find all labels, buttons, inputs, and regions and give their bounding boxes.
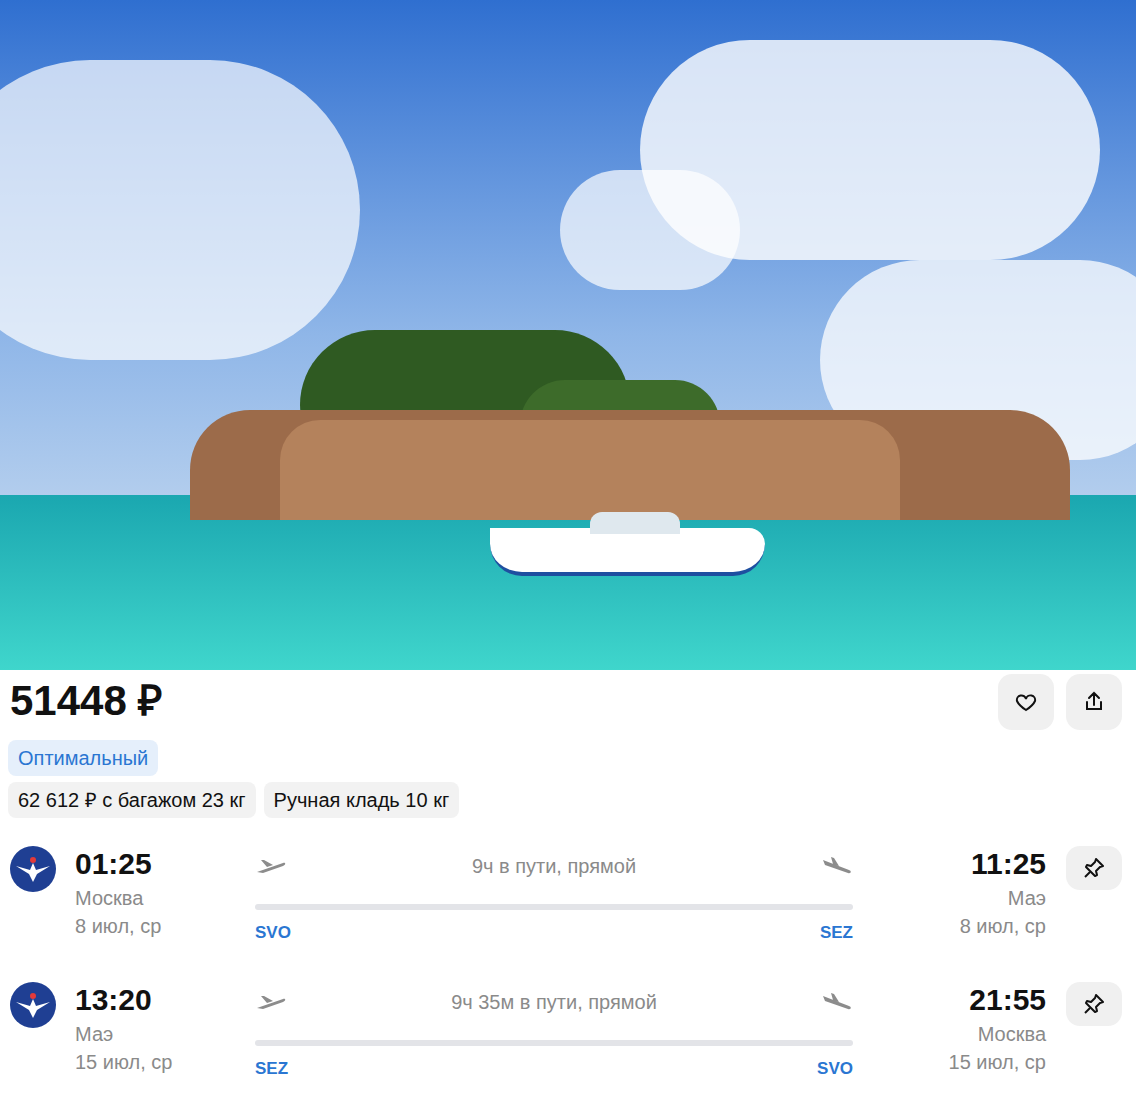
arrival-city: Маэ: [1008, 884, 1046, 912]
heart-icon: [1014, 690, 1038, 714]
departure-time: 13:20: [75, 982, 255, 1018]
pin-icon: [1082, 992, 1106, 1016]
arrival-time: 11:25: [971, 846, 1046, 882]
flight-row[interactable]: 01:25Москва8 июл, ср9ч в пути, прямойSVO…: [0, 846, 1136, 982]
destination-code: SVO: [817, 1056, 853, 1082]
departure-date: 8 июл, ср: [75, 912, 255, 940]
origin-code: SEZ: [255, 1056, 288, 1082]
flight-list: 01:25Москва8 июл, ср9ч в пути, прямойSVO…: [0, 846, 1136, 1093]
flight-duration: 9ч в пути, прямой: [472, 851, 636, 881]
arrival-date: 15 июл, ср: [949, 1048, 1046, 1076]
favorite-button[interactable]: [998, 674, 1054, 730]
airline-logo-icon: [10, 846, 56, 892]
airline-logo-icon: [10, 982, 56, 1028]
share-icon: [1082, 690, 1106, 714]
route-bar: [255, 904, 853, 910]
takeoff-icon: [255, 992, 287, 1012]
origin-code: SVO: [255, 920, 291, 946]
destination-photo: [0, 0, 1136, 670]
price: 51448 ₽: [10, 674, 162, 729]
departure-time: 01:25: [75, 846, 255, 882]
flight-row[interactable]: 13:20Маэ15 июл, ср9ч 35м в пути, прямойS…: [0, 982, 1136, 1093]
flight-duration: 9ч 35м в пути, прямой: [451, 987, 657, 1017]
share-button[interactable]: [1066, 674, 1122, 730]
fare-badge: Оптимальный: [8, 740, 158, 776]
route-bar: [255, 1040, 853, 1046]
pin-button[interactable]: [1066, 846, 1122, 890]
arrival-city: Москва: [978, 1020, 1046, 1048]
departure-date: 15 июл, ср: [75, 1048, 255, 1076]
pin-button[interactable]: [1066, 982, 1122, 1026]
takeoff-icon: [255, 856, 287, 876]
pin-icon: [1082, 856, 1106, 880]
landing-icon: [821, 856, 853, 876]
departure-city: Москва: [75, 884, 255, 912]
option-chip: 62 612 ₽ с багажом 23 кг: [8, 782, 256, 818]
destination-code: SEZ: [820, 920, 853, 946]
landing-icon: [821, 992, 853, 1012]
option-chip: Ручная кладь 10 кг: [264, 782, 460, 818]
departure-city: Маэ: [75, 1020, 255, 1048]
arrival-time: 21:55: [969, 982, 1046, 1018]
arrival-date: 8 июл, ср: [960, 912, 1046, 940]
